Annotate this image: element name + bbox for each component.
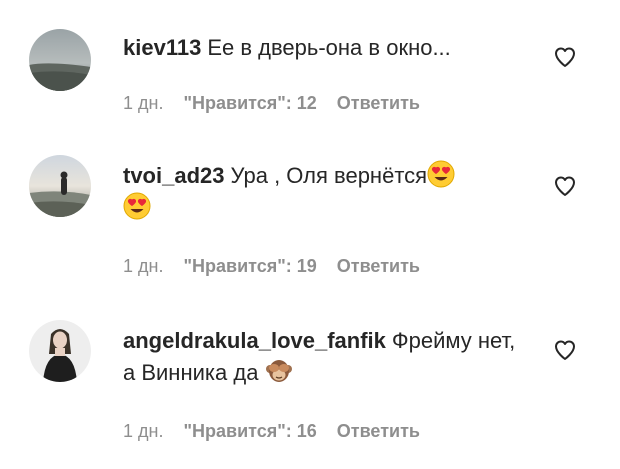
comment-likes[interactable]: "Нравится": 12 [183, 93, 316, 113]
comment-text: angeldrakula_love_fanfik Фрейму нет, а Ви… [123, 325, 533, 389]
like-heart-icon[interactable] [553, 45, 577, 69]
like-heart-icon[interactable] [553, 174, 577, 198]
avatar-photo-sea [29, 29, 91, 91]
avatar[interactable] [29, 320, 91, 382]
comment-body: Ее в дверь-она в окно... [207, 35, 451, 60]
reply-button[interactable]: Ответить [337, 421, 420, 441]
comment-username[interactable]: kiev113 [123, 35, 201, 60]
comment-time[interactable]: 1 дн. [123, 256, 163, 276]
comment-text: kiev113 Ее в дверь-она в окно... [123, 32, 533, 64]
comment-text: tvoi_ad23 Ура , Оля вернётся [123, 160, 533, 224]
comment-likes[interactable]: "Нравится": 16 [183, 421, 316, 441]
reply-button[interactable]: Ответить [337, 93, 420, 113]
like-heart-icon[interactable] [553, 338, 577, 362]
reply-button[interactable]: Ответить [337, 256, 420, 276]
comment-time[interactable]: 1 дн. [123, 421, 163, 441]
comment-meta: 1 дн. "Нравится": 19 Ответить [123, 256, 440, 277]
comment-meta: 1 дн. "Нравится": 16 Ответить [123, 421, 440, 442]
heart-eyes-emoji-icon [123, 192, 151, 220]
comment-username[interactable]: angeldrakula_love_fanfik [123, 328, 386, 353]
comment-meta: 1 дн. "Нравится": 12 Ответить [123, 93, 440, 114]
avatar[interactable] [29, 29, 91, 91]
heart-eyes-emoji-icon [427, 160, 455, 188]
comment-time[interactable]: 1 дн. [123, 93, 163, 113]
avatar[interactable] [29, 155, 91, 217]
comment-likes[interactable]: "Нравится": 19 [183, 256, 316, 276]
avatar-photo-girl [29, 320, 91, 382]
comment-username[interactable]: tvoi_ad23 [123, 163, 225, 188]
avatar-photo-beach [29, 155, 91, 217]
comment-body: Ура , Оля вернётся [230, 163, 428, 188]
see-no-evil-monkey-emoji-icon [265, 357, 293, 385]
